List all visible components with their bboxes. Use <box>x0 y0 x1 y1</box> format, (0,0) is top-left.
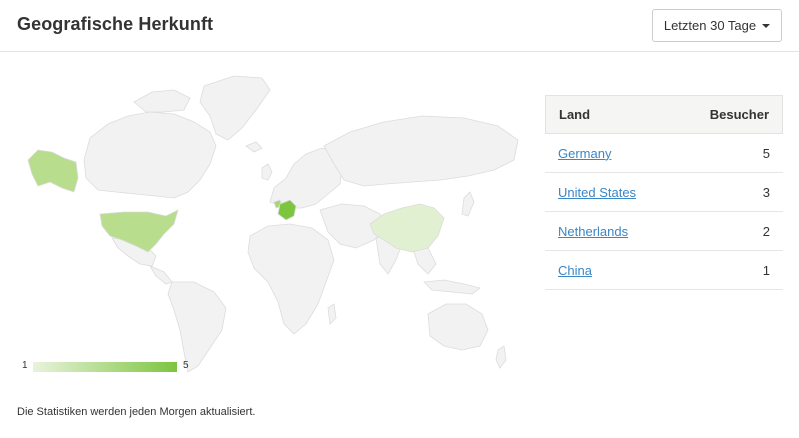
column-header-visitors: Besucher <box>709 107 769 122</box>
page-header: Geografische Herkunft Letzten 30 Tage <box>0 0 799 52</box>
color-scale-legend: 1 5 <box>18 358 198 376</box>
country-link-germany[interactable]: Germany <box>558 146 611 161</box>
table-row: Germany 5 <box>545 134 783 173</box>
map-australia[interactable] <box>427 303 489 351</box>
table-row: Netherlands 2 <box>545 212 783 251</box>
country-link-china[interactable]: China <box>558 263 592 278</box>
map-madagascar[interactable] <box>327 303 337 325</box>
map-uk[interactable] <box>261 163 273 181</box>
map-japan[interactable] <box>461 191 475 217</box>
date-range-label: Letzten 30 Tage <box>663 18 757 33</box>
table-row: China 1 <box>545 251 783 290</box>
caret-down-icon <box>762 24 771 28</box>
map-united-states[interactable] <box>99 209 179 253</box>
country-link-netherlands[interactable]: Netherlands <box>558 224 628 239</box>
map-central-america[interactable] <box>149 265 173 285</box>
map-indonesia[interactable] <box>423 279 481 295</box>
map-alaska[interactable] <box>27 149 79 193</box>
map-arctic-islands[interactable] <box>133 89 191 113</box>
map-canada[interactable] <box>83 111 217 199</box>
map-russia[interactable] <box>323 115 519 187</box>
country-table: Land Besucher Germany 5 United States 3 … <box>545 95 783 290</box>
legend-gradient-bar <box>33 362 177 372</box>
visitor-count: 1 <box>762 262 770 278</box>
page-title: Geografische Herkunft <box>17 14 214 34</box>
country-link-united-states[interactable]: United States <box>558 185 636 200</box>
world-map <box>24 68 520 380</box>
map-africa[interactable] <box>247 223 335 335</box>
update-footnote: Die Statistiken werden jeden Morgen aktu… <box>17 406 256 418</box>
table-header: Land Besucher <box>545 95 783 134</box>
date-range-dropdown[interactable]: Letzten 30 Tage <box>652 9 782 42</box>
visitor-count: 3 <box>762 184 770 200</box>
legend-min-label: 1 <box>22 360 28 371</box>
map-iceland[interactable] <box>245 141 263 153</box>
table-row: United States 3 <box>545 173 783 212</box>
visitor-count: 5 <box>762 145 770 161</box>
column-header-country: Land <box>559 107 591 122</box>
map-new-zealand[interactable] <box>495 345 507 369</box>
legend-max-label: 5 <box>183 360 189 371</box>
map-greenland[interactable] <box>199 75 271 141</box>
visitor-count: 2 <box>762 223 770 239</box>
